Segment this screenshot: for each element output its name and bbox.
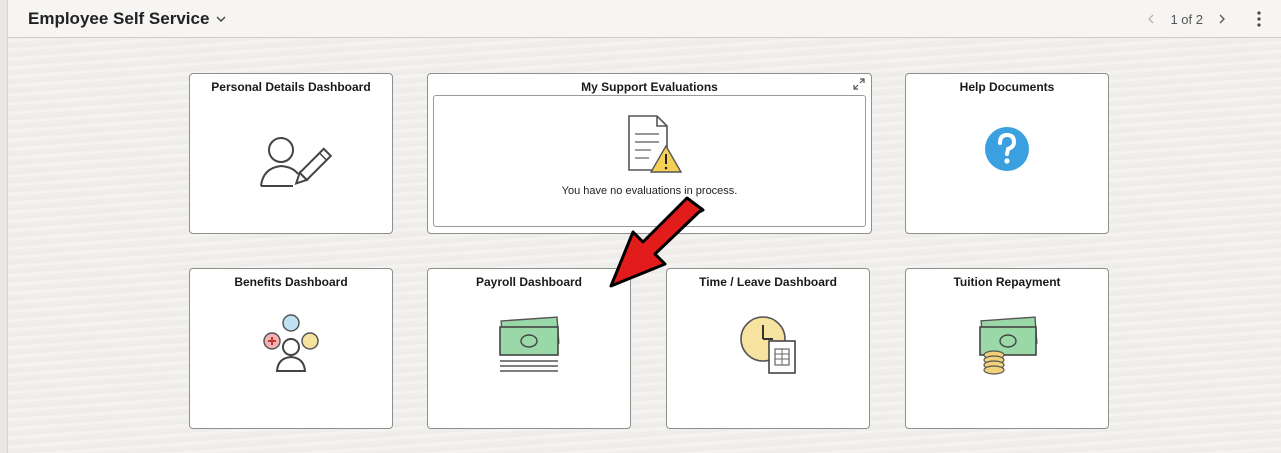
page-header: Employee Self Service 1 of 2	[8, 0, 1281, 38]
money-coins-icon	[979, 316, 1038, 375]
previous-page-icon[interactable]	[1144, 12, 1158, 26]
page-indicator: 1 of 2	[1170, 11, 1203, 27]
tile-title: Personal Details Dashboard	[211, 80, 371, 94]
tile-payroll-dashboard[interactable]: Payroll Dashboard	[427, 268, 631, 429]
page-title: Employee Self Service	[28, 8, 210, 28]
tile-tuition-repayment[interactable]: Tuition Repayment	[905, 268, 1109, 429]
tile-benefits-dashboard[interactable]: Benefits Dashboard	[189, 268, 393, 429]
page-pager: 1 of 2	[1144, 0, 1281, 38]
tile-grid: Personal Details Dashboard My Support Ev…	[8, 39, 1281, 453]
left-frame-edge	[0, 0, 8, 453]
help-question-icon	[985, 127, 1029, 171]
tile-title: My Support Evaluations	[581, 80, 718, 94]
tile-title: Benefits Dashboard	[234, 275, 348, 289]
more-options-icon[interactable]	[1249, 9, 1269, 29]
tile-help-documents[interactable]: Help Documents	[905, 73, 1109, 234]
next-page-icon[interactable]	[1215, 12, 1229, 26]
benefits-people-icon	[263, 314, 319, 372]
chevron-down-icon	[216, 16, 226, 22]
annotation-arrow-icon	[609, 196, 705, 288]
expand-icon[interactable]	[853, 78, 865, 90]
user-edit-icon	[260, 137, 333, 187]
tile-title: Help Documents	[959, 80, 1055, 94]
tile-title: Tuition Repayment	[953, 275, 1061, 289]
document-warning-icon	[627, 115, 682, 173]
homepage-selector[interactable]: Employee Self Service	[28, 9, 227, 29]
clock-timesheet-icon	[740, 316, 796, 374]
tile-title: Payroll Dashboard	[475, 275, 583, 289]
money-stack-icon	[499, 316, 560, 372]
tile-personal-details-dashboard[interactable]: Personal Details Dashboard	[189, 73, 393, 234]
